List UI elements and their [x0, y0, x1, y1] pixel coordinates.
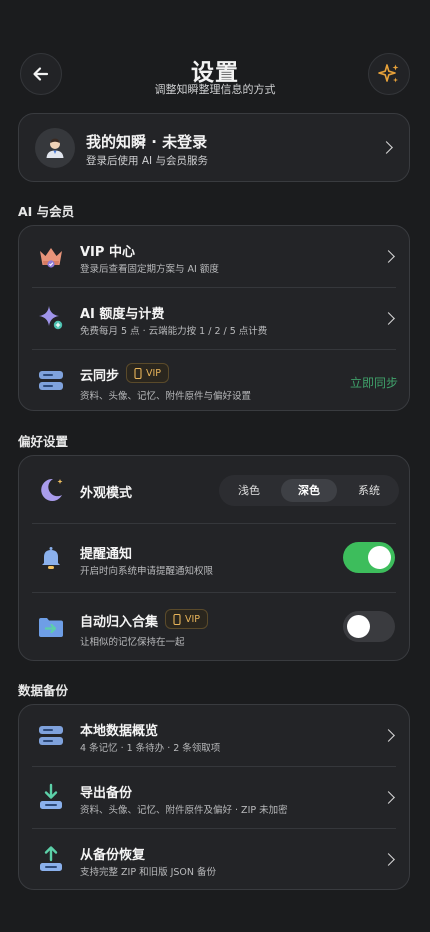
database-icon: [39, 371, 63, 390]
vip-center-subtitle: 登录后查看固定期方案与 AI 额度: [80, 264, 219, 275]
cloud-sync-title: 云同步: [80, 369, 120, 384]
vip-center-title: VIP 中心: [80, 245, 135, 260]
toggle-knob: [347, 615, 370, 638]
ai-quota-row[interactable]: AI 额度与计费 免费每月 5 点 · 云端能力按 1 / 2 / 5 点计费: [19, 288, 411, 350]
chevron-right-icon: [382, 791, 395, 804]
download-icon: [40, 783, 62, 809]
chevron-right-icon: [380, 141, 393, 154]
appearance-option-dark[interactable]: 深色: [281, 479, 337, 502]
chevron-right-icon: [382, 312, 395, 325]
page-subtitle: 调整知瞬整理信息的方式: [154, 83, 276, 96]
cloud-sync-subtitle: 资料、头像、记忆、附件原件与偏好设置: [80, 391, 252, 402]
appearance-option-light[interactable]: 浅色: [221, 479, 277, 502]
auto-archive-toggle[interactable]: [343, 611, 395, 642]
account-title: 我的知瞬 · 未登录: [86, 133, 208, 151]
appearance-row: 外观模式 浅色 深色 系统: [19, 456, 411, 524]
auto-archive-row: 自动归入合集 VIP 让相似的记忆保持在一起: [19, 593, 411, 661]
phone-icon: [173, 613, 181, 625]
appearance-option-system[interactable]: 系统: [341, 479, 397, 502]
restore-backup-subtitle: 支持完整 ZIP 和旧版 JSON 备份: [80, 867, 217, 878]
section-title-ai: AI 与会员: [18, 204, 75, 219]
notification-subtitle: 开启时向系统申请提醒通知权限: [80, 566, 214, 577]
appearance-segmented-control: 浅色 深色 系统: [219, 475, 399, 506]
ai-card: VIP 中心 登录后查看固定期方案与 AI 额度 AI 额度与计费 免费每月 5…: [18, 225, 410, 411]
export-backup-row[interactable]: 导出备份 资料、头像、记忆、附件原件及偏好 · ZIP 未加密: [19, 767, 411, 829]
notification-toggle[interactable]: [343, 542, 395, 573]
restore-backup-title: 从备份恢复: [80, 848, 146, 863]
folder-arrow-icon: [39, 618, 63, 637]
crown-icon: [40, 248, 62, 268]
cloud-sync-row[interactable]: 云同步 VIP 资料、头像、记忆、附件原件与偏好设置 立即同步: [19, 350, 411, 412]
section-title-backup: 数据备份: [18, 683, 69, 698]
database-icon: [39, 726, 63, 745]
notification-row: 提醒通知 开启时向系统申请提醒通知权限: [19, 524, 411, 592]
moon-icon: [41, 478, 63, 501]
notification-title: 提醒通知: [80, 547, 133, 562]
section-title-preferences: 偏好设置: [18, 434, 69, 449]
vip-badge: VIP: [165, 609, 209, 629]
ai-quota-subtitle: 免费每月 5 点 · 云端能力按 1 / 2 / 5 点计费: [80, 326, 268, 337]
appearance-title: 外观模式: [80, 486, 133, 501]
phone-icon: [134, 367, 142, 379]
user-avatar-icon: [46, 138, 64, 158]
toggle-knob: [368, 546, 391, 569]
export-backup-subtitle: 资料、头像、记忆、附件原件及偏好 · ZIP 未加密: [80, 805, 288, 816]
ai-magic-button[interactable]: [368, 53, 410, 95]
ai-sparkle-icon: [39, 306, 63, 330]
chevron-right-icon: [382, 250, 395, 263]
local-data-subtitle: 4 条记忆 · 1 条待办 · 2 条领取项: [80, 743, 221, 754]
local-data-title: 本地数据概览: [80, 724, 159, 739]
auto-archive-subtitle: 让相似的记忆保持在一起: [80, 637, 185, 648]
chevron-right-icon: [382, 729, 395, 742]
upload-icon: [40, 846, 62, 871]
restore-backup-row[interactable]: 从备份恢复 支持完整 ZIP 和旧版 JSON 备份: [19, 829, 411, 891]
account-subtitle: 登录后使用 AI 与会员服务: [86, 155, 208, 167]
sparkles-icon: [378, 64, 399, 83]
vip-badge: VIP: [126, 363, 170, 383]
avatar: [35, 128, 75, 168]
chevron-right-icon: [382, 853, 395, 866]
sync-now-button[interactable]: 立即同步: [350, 374, 398, 391]
account-card[interactable]: 我的知瞬 · 未登录 登录后使用 AI 与会员服务: [18, 113, 410, 182]
bell-icon: [42, 547, 60, 569]
backup-card: 本地数据概览 4 条记忆 · 1 条待办 · 2 条领取项 导出备份 资料、头像…: [18, 704, 410, 890]
preferences-card: 外观模式 浅色 深色 系统 提醒通知 开启时向系统申请提醒通知权限 自动归入合集…: [18, 455, 410, 661]
export-backup-title: 导出备份: [80, 786, 133, 801]
auto-archive-title: 自动归入合集: [80, 615, 159, 630]
vip-center-row[interactable]: VIP 中心 登录后查看固定期方案与 AI 额度: [19, 226, 411, 288]
ai-quota-title: AI 额度与计费: [80, 307, 165, 322]
local-data-row[interactable]: 本地数据概览 4 条记忆 · 1 条待办 · 2 条领取项: [19, 705, 411, 767]
